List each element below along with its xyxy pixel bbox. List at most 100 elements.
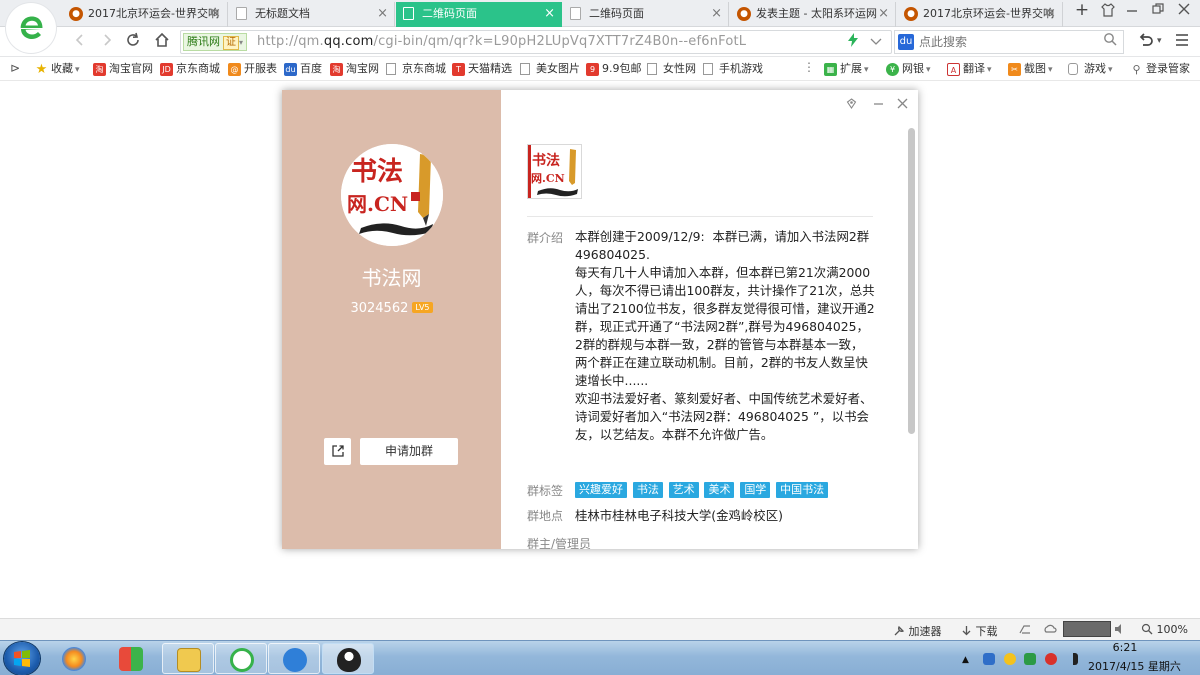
download-button[interactable]: 下载 <box>961 623 998 639</box>
share-button[interactable] <box>324 438 351 465</box>
group-tag[interactable]: 美术 <box>704 482 735 498</box>
tray-security-icon[interactable] <box>1024 653 1036 665</box>
home-icon[interactable] <box>152 32 172 52</box>
group-tag[interactable]: 书法 <box>632 482 663 498</box>
bookmark-label: 收藏 <box>51 62 73 75</box>
tab-4[interactable]: 二维码页面 × <box>563 2 729 27</box>
site-identity-badge[interactable]: 腾讯网证 ▾ <box>183 33 248 51</box>
tab-6[interactable]: ● 2017北京环运会-世界交响 × <box>897 2 1063 27</box>
translate-icon: A <box>947 63 960 76</box>
bookmark-baidu[interactable]: du 百度 <box>284 61 322 77</box>
tab-2[interactable]: 无标题文档 × <box>229 2 395 27</box>
refresh-icon[interactable] <box>123 32 143 52</box>
bookmark-taobao[interactable]: 淘淘宝网 <box>330 61 379 77</box>
url-prefix: http://qm. <box>257 34 324 49</box>
address-bar[interactable]: 腾讯网证 ▾ http://qm.qq.com/cgi-bin/qm/qr?k=L… <box>180 30 892 54</box>
intro-paragraph: 本群创建于2009/12/9: 本群已满，请加入书法网2群496804025. <box>575 229 870 262</box>
new-tab-button[interactable]: + <box>1071 0 1093 20</box>
chevron-down-icon[interactable]: ▾ <box>1157 36 1162 46</box>
cloud-icon[interactable] <box>1043 623 1057 638</box>
close-icon[interactable]: × <box>544 2 555 26</box>
sidebar-toggle-icon[interactable]: ⊳ <box>10 61 20 75</box>
clock-time[interactable]: 6:21 <box>1090 641 1160 654</box>
minimize-dialog-icon[interactable] <box>873 98 884 113</box>
close-icon[interactable]: × <box>377 2 388 26</box>
restore-icon[interactable] <box>1147 3 1169 19</box>
close-icon[interactable]: × <box>1045 2 1056 26</box>
group-logo-thumbnail: 书法 网.CN <box>527 144 582 199</box>
bookmark-mobile-games[interactable]: 手机游戏 <box>703 61 763 77</box>
bookmark-favorites[interactable]: ★ 收藏 ▾ <box>35 61 80 78</box>
group-tag[interactable]: 艺术 <box>668 482 699 498</box>
tab-3-active[interactable]: 二维码页面 × <box>396 2 562 27</box>
speed-mode-icon[interactable] <box>847 33 859 50</box>
weibo-icon: ● <box>737 7 751 21</box>
tool-translate[interactable]: A 翻译 ▾ <box>947 61 992 78</box>
clock-date[interactable]: 2017/4/15 星期六 <box>1088 658 1188 674</box>
close-icon[interactable]: × <box>878 2 889 26</box>
bookmark-pictures[interactable]: 美女图片 <box>520 61 580 77</box>
tool-games[interactable]: 游戏 ▾ <box>1068 61 1113 78</box>
keyboard-icon[interactable] <box>1063 621 1111 637</box>
bookmark-server-list[interactable]: @ 开服表 <box>228 61 277 77</box>
menu-icon[interactable] <box>1175 34 1189 49</box>
admins-label: 群主/管理员 <box>527 537 592 549</box>
scrollbar-thumb[interactable] <box>908 128 915 434</box>
tray-360-icon[interactable] <box>1004 653 1016 665</box>
tab-1[interactable]: ● 2017北京环运会-世界交响 × <box>62 2 228 27</box>
close-window-icon[interactable] <box>1173 3 1195 19</box>
baidu-paw-icon[interactable]: du <box>898 34 914 50</box>
taskbar-browser-icon[interactable] <box>215 643 267 674</box>
bookmark-tmall[interactable]: T 天猫精选 <box>452 61 512 77</box>
tool-label: 扩展 <box>840 62 862 75</box>
start-button[interactable] <box>4 642 40 675</box>
tool-login-manager[interactable]: ⚲ 登录管家 <box>1130 61 1190 77</box>
bank-icon: ¥ <box>886 63 899 76</box>
close-icon[interactable]: × <box>711 2 722 26</box>
group-tag[interactable]: 兴趣爱好 <box>575 482 627 498</box>
minimize-icon[interactable] <box>1121 3 1143 19</box>
pin-icon[interactable] <box>846 98 857 113</box>
zoom-control[interactable]: 100% <box>1141 623 1188 636</box>
bookmark-deals[interactable]: 9 9.9包邮 <box>586 61 642 77</box>
accelerator-button[interactable]: 加速器 <box>893 623 942 639</box>
taskbar-360-icon[interactable] <box>48 643 100 674</box>
close-dialog-icon[interactable] <box>897 98 908 113</box>
browser-logo-icon[interactable] <box>6 3 56 53</box>
skin-icon[interactable] <box>1097 3 1119 21</box>
group-tag[interactable]: 国学 <box>740 482 771 498</box>
tool-label: 登录管家 <box>1146 62 1190 75</box>
join-group-button[interactable]: 申请加群 <box>360 438 458 465</box>
search-icon[interactable] <box>1103 32 1117 50</box>
group-tag[interactable]: 中国书法 <box>776 482 829 498</box>
undo-close-tab-icon[interactable] <box>1138 33 1154 52</box>
tray-app-icon[interactable] <box>983 653 995 665</box>
tray-blocked-icon[interactable] <box>1045 653 1057 665</box>
group-name: 书法网 <box>361 266 422 290</box>
bookmark-jd[interactable]: JD 京东商城 <box>160 61 220 77</box>
tool-bank[interactable]: ¥ 网银 ▾ <box>886 61 931 78</box>
tray-expand-icon[interactable]: ▲ <box>962 655 969 665</box>
taskbar-explorer-icon[interactable] <box>162 643 214 674</box>
taskbar-qq-icon[interactable] <box>322 643 374 674</box>
close-icon[interactable]: × <box>210 2 221 26</box>
tool-screenshot[interactable]: ✂ 截图 ▾ <box>1008 61 1053 78</box>
dropdown-chevron-icon[interactable] <box>870 35 882 49</box>
volume-icon[interactable] <box>1114 623 1126 638</box>
taskbar-apps-icon[interactable] <box>105 643 157 674</box>
tool-extensions[interactable]: ▦ 扩展 ▾ <box>824 61 869 78</box>
taskbar-editor-icon[interactable] <box>268 643 320 674</box>
bookmark-jd-mall[interactable]: 京东商城 <box>386 61 446 77</box>
certificate-icon[interactable]: 证 <box>223 36 239 50</box>
bookmark-taobao-official[interactable]: 淘淘宝官网 <box>93 61 153 77</box>
tray-network-icon[interactable] <box>1066 653 1078 665</box>
clean-icon[interactable] <box>1018 623 1032 638</box>
back-icon[interactable] <box>70 32 90 51</box>
tab-5[interactable]: ● 发表主题 - 太阳系环运网 × <box>730 2 896 27</box>
forward-icon[interactable] <box>97 32 117 51</box>
search-box[interactable]: du <box>894 30 1124 54</box>
url-text[interactable]: http://qm.qq.com/cgi-bin/qm/qr?k=L90pH2L… <box>257 34 746 49</box>
more-bookmarks-icon[interactable]: ⋮ <box>803 60 815 74</box>
search-input[interactable] <box>919 33 1099 51</box>
bookmark-women[interactable]: 女性网 <box>647 61 696 77</box>
